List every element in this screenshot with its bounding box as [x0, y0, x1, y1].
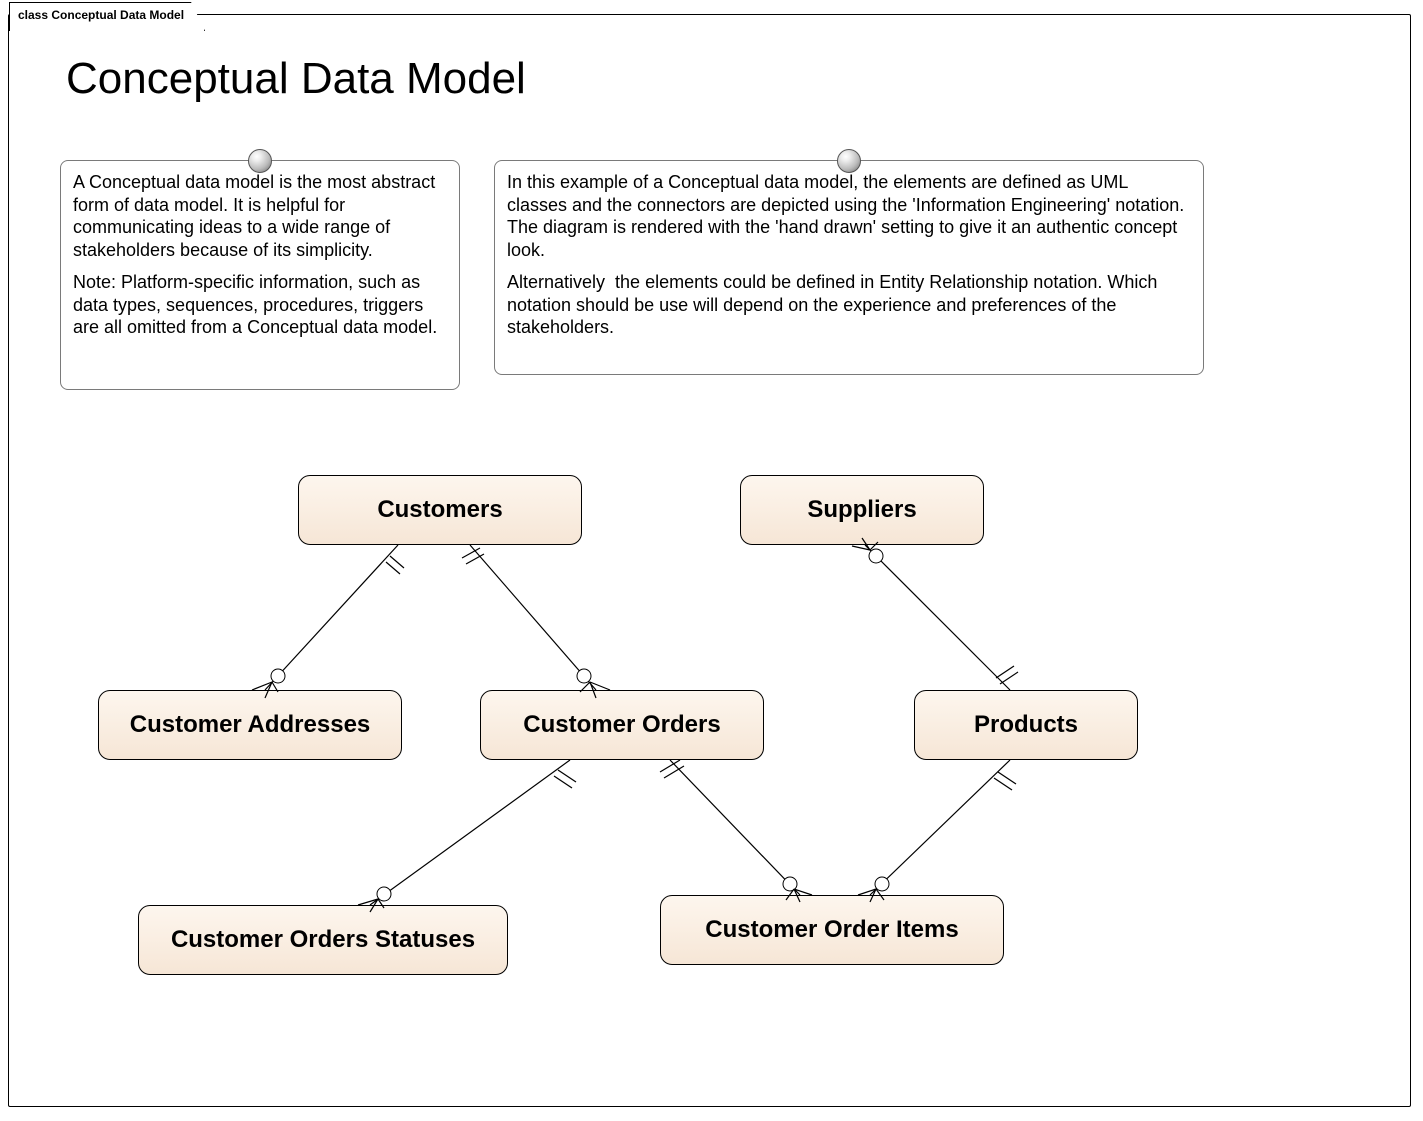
entity-customers[interactable]: Customers [298, 475, 582, 545]
entity-label: Products [974, 711, 1078, 739]
entity-label: Customer Orders Statuses [171, 926, 475, 954]
diagram-title: Conceptual Data Model [66, 54, 526, 104]
entity-customer-addresses[interactable]: Customer Addresses [98, 690, 402, 760]
note-right-p2: Alternatively the elements could be defi… [507, 271, 1191, 339]
note-right-p1: In this example of a Conceptual data mod… [507, 171, 1191, 261]
note-left-p1: A Conceptual data model is the most abst… [73, 171, 447, 261]
entity-customer-orders[interactable]: Customer Orders [480, 690, 764, 760]
entity-label: Customer Orders [523, 711, 720, 739]
entity-label: Customer Order Items [705, 916, 958, 944]
entity-suppliers[interactable]: Suppliers [740, 475, 984, 545]
entity-customer-order-items[interactable]: Customer Order Items [660, 895, 1004, 965]
entity-label: Suppliers [807, 496, 916, 524]
note-left-p2: Note: Platform-specific information, suc… [73, 271, 447, 339]
entity-products[interactable]: Products [914, 690, 1138, 760]
diagram-frame: class Conceptual Data Model Conceptual D… [0, 0, 1423, 1121]
note-left: A Conceptual data model is the most abst… [60, 160, 460, 390]
entity-label: Customer Addresses [130, 711, 371, 739]
entity-label: Customers [377, 496, 502, 524]
entity-customer-orders-statuses[interactable]: Customer Orders Statuses [138, 905, 508, 975]
pin-icon [837, 149, 861, 173]
diagram-tab: class Conceptual Data Model [9, 2, 205, 31]
note-right: In this example of a Conceptual data mod… [494, 160, 1204, 375]
pin-icon [248, 149, 272, 173]
